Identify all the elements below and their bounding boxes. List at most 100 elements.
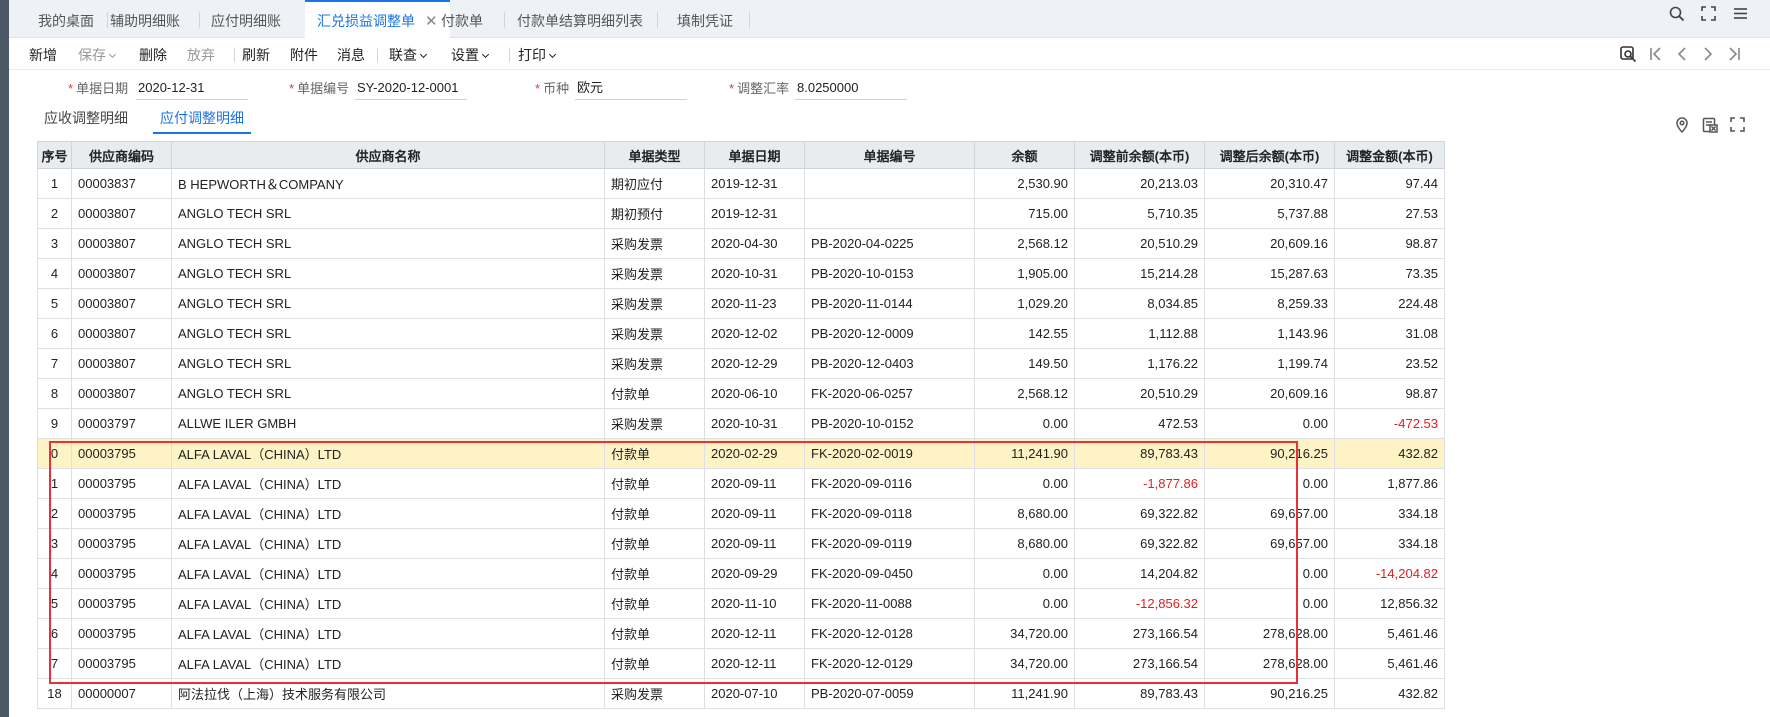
table-row[interactable]: 3 00003795 ALFA LAVAL（CHINA）LTD 付款单 2020-09-…: [37, 528, 1445, 559]
cell-supplier-name[interactable]: 阿法拉伐（上海）技术服务有限公司: [171, 678, 605, 709]
cell-before-balance[interactable]: 69,322.82: [1074, 528, 1205, 559]
cell-seq[interactable]: 1: [37, 468, 72, 499]
doc-no-input[interactable]: SY-2020-12-0001: [355, 78, 467, 100]
cell-balance[interactable]: 11,241.90: [974, 438, 1075, 469]
cell-supplier-name[interactable]: ALFA LAVAL（CHINA）LTD: [171, 588, 605, 619]
cell-seq[interactable]: 4: [37, 258, 72, 289]
cell-doc-date[interactable]: 2020-06-10: [704, 378, 805, 409]
cell-seq[interactable]: 7: [37, 348, 72, 379]
cell-supplier-code[interactable]: 00003807: [71, 318, 172, 349]
cell-supplier-name[interactable]: ANGLO TECH SRL: [171, 258, 605, 289]
table-row[interactable]: 7 00003807 ANGLO TECH SRL 采购发票 2020-12-29 PB-…: [37, 348, 1445, 379]
cell-supplier-code[interactable]: 00003795: [71, 648, 172, 679]
cell-doc-no[interactable]: PB-2020-11-0144: [804, 288, 975, 319]
cell-supplier-code[interactable]: 00003797: [71, 408, 172, 439]
settings-button[interactable]: 设置: [451, 38, 490, 70]
cell-after-balance[interactable]: 90,216.25: [1204, 678, 1335, 709]
cell-doc-date[interactable]: 2020-02-29: [704, 438, 805, 469]
first-page-icon[interactable]: [1649, 46, 1663, 67]
cell-supplier-code[interactable]: 00003795: [71, 438, 172, 469]
cell-doc-date[interactable]: 2020-11-23: [704, 288, 805, 319]
cell-seq[interactable]: 6: [37, 318, 72, 349]
cell-seq[interactable]: 0: [37, 438, 72, 469]
table-row[interactable]: 0 00003795 ALFA LAVAL（CHINA）LTD 付款单 2020-02-…: [37, 438, 1445, 469]
cell-seq[interactable]: 3: [37, 228, 72, 259]
cell-after-balance[interactable]: 20,609.16: [1204, 378, 1335, 409]
cell-supplier-code[interactable]: 00003807: [71, 378, 172, 409]
cell-doc-date[interactable]: 2020-07-10: [704, 678, 805, 709]
cell-after-balance[interactable]: 0.00: [1204, 468, 1335, 499]
cell-supplier-code[interactable]: 00003807: [71, 228, 172, 259]
cell-doc-type[interactable]: 付款单: [604, 498, 705, 529]
cell-doc-date[interactable]: 2020-04-30: [704, 228, 805, 259]
cell-doc-date[interactable]: 2020-12-02: [704, 318, 805, 349]
cell-balance[interactable]: 8,680.00: [974, 498, 1075, 529]
cell-before-balance[interactable]: 472.53: [1074, 408, 1205, 439]
cell-doc-no[interactable]: FK-2020-09-0116: [804, 468, 975, 499]
col-header-balance[interactable]: 余额: [974, 141, 1075, 169]
maximize-icon[interactable]: [1701, 6, 1716, 26]
cell-doc-date[interactable]: 2020-09-29: [704, 558, 805, 589]
cell-doc-no[interactable]: [804, 198, 975, 229]
cell-adjust-amount[interactable]: 27.53: [1334, 198, 1445, 229]
rate-input[interactable]: 8.0250000: [795, 78, 907, 100]
cell-supplier-name[interactable]: ANGLO TECH SRL: [171, 318, 605, 349]
cell-supplier-name[interactable]: ANGLO TECH SRL: [171, 378, 605, 409]
cell-doc-date[interactable]: 2019-12-31: [704, 168, 805, 199]
col-header-adjust-amount[interactable]: 调整金额(本币): [1334, 141, 1445, 169]
prev-page-icon[interactable]: [1675, 46, 1689, 67]
cell-doc-date[interactable]: 2020-11-10: [704, 588, 805, 619]
cell-supplier-name[interactable]: ALFA LAVAL（CHINA）LTD: [171, 438, 605, 469]
cell-doc-no[interactable]: PB-2020-12-0403: [804, 348, 975, 379]
cell-doc-type[interactable]: 采购发票: [604, 288, 705, 319]
subtab-receivable[interactable]: 应收调整明细: [44, 108, 128, 134]
cell-balance[interactable]: 1,029.20: [974, 288, 1075, 319]
cell-doc-type[interactable]: 采购发票: [604, 258, 705, 289]
attach-button[interactable]: 附件: [290, 38, 318, 70]
cell-balance[interactable]: 1,905.00: [974, 258, 1075, 289]
message-button[interactable]: 消息: [337, 38, 365, 70]
col-header-supplier-name[interactable]: 供应商名称: [171, 141, 605, 169]
cell-doc-date[interactable]: 2020-12-11: [704, 648, 805, 679]
cell-balance[interactable]: 0.00: [974, 468, 1075, 499]
cell-balance[interactable]: 34,720.00: [974, 648, 1075, 679]
delete-button[interactable]: 删除: [139, 38, 167, 70]
cell-supplier-code[interactable]: 00003807: [71, 348, 172, 379]
cell-seq[interactable]: 5: [37, 588, 72, 619]
cell-adjust-amount[interactable]: 12,856.32: [1334, 588, 1445, 619]
cell-before-balance[interactable]: 20,510.29: [1074, 228, 1205, 259]
cell-before-balance[interactable]: 1,112.88: [1074, 318, 1205, 349]
cell-seq[interactable]: 1: [37, 168, 72, 199]
cell-doc-no[interactable]: FK-2020-09-0119: [804, 528, 975, 559]
table-row[interactable]: 18 00000007 阿法拉伐（上海）技术服务有限公司 采购发票 2020-07-10…: [37, 678, 1445, 709]
cell-before-balance[interactable]: 5,710.35: [1074, 198, 1205, 229]
cell-balance[interactable]: 0.00: [974, 408, 1075, 439]
cell-doc-type[interactable]: 付款单: [604, 528, 705, 559]
col-header-after-balance[interactable]: 调整后余额(本币): [1204, 141, 1335, 169]
cell-before-balance[interactable]: 69,322.82: [1074, 498, 1205, 529]
cell-before-balance[interactable]: 273,166.54: [1074, 648, 1205, 679]
save-button[interactable]: 保存: [78, 38, 117, 70]
cell-supplier-code[interactable]: 00003795: [71, 468, 172, 499]
cell-doc-type[interactable]: 采购发票: [604, 678, 705, 709]
cell-supplier-name[interactable]: ANGLO TECH SRL: [171, 288, 605, 319]
cell-before-balance[interactable]: 1,176.22: [1074, 348, 1205, 379]
cell-after-balance[interactable]: 278,628.00: [1204, 618, 1335, 649]
search-icon[interactable]: [1669, 6, 1685, 27]
currency-input[interactable]: 欧元: [575, 78, 687, 100]
cell-doc-type[interactable]: 付款单: [604, 558, 705, 589]
cell-after-balance[interactable]: 0.00: [1204, 408, 1335, 439]
cell-balance[interactable]: 2,568.12: [974, 378, 1075, 409]
table-row[interactable]: 2 00003807 ANGLO TECH SRL 期初预付 2019-12-31 715…: [37, 198, 1445, 229]
cell-supplier-name[interactable]: ALFA LAVAL（CHINA）LTD: [171, 648, 605, 679]
cell-supplier-name[interactable]: ALLWE ILER GMBH: [171, 408, 605, 439]
tab-desktop[interactable]: 我的桌面: [26, 0, 106, 38]
cell-adjust-amount[interactable]: 98.87: [1334, 378, 1445, 409]
cell-doc-no[interactable]: FK-2020-12-0129: [804, 648, 975, 679]
cell-before-balance[interactable]: 8,034.85: [1074, 288, 1205, 319]
cell-balance[interactable]: 8,680.00: [974, 528, 1075, 559]
cell-doc-no[interactable]: PB-2020-10-0153: [804, 258, 975, 289]
table-row[interactable]: 1 00003837 B HEPWORTH＆COMPANY 期初应付 2019-12-3…: [37, 168, 1445, 199]
cell-balance[interactable]: 0.00: [974, 558, 1075, 589]
new-button[interactable]: 新增: [29, 38, 57, 70]
